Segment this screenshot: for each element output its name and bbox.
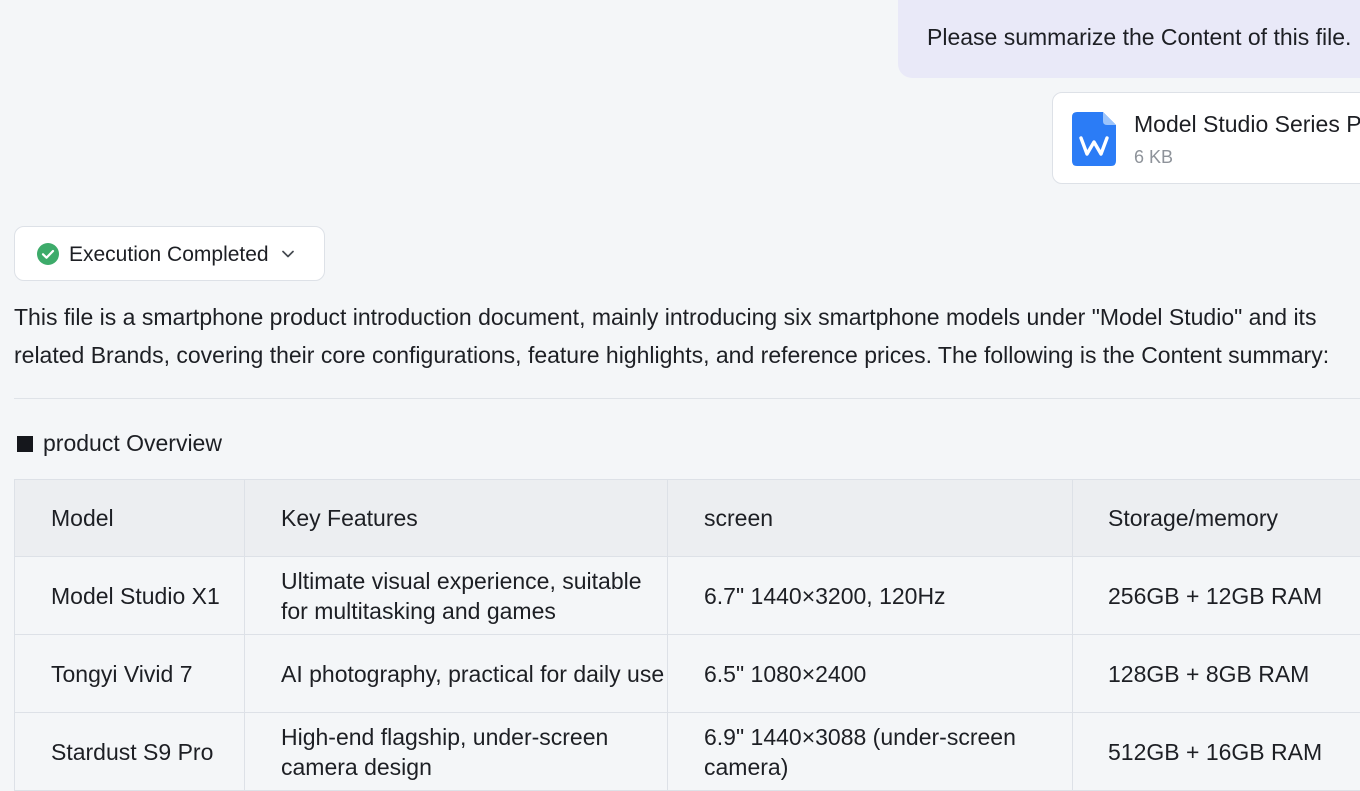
cell-key-features: AI photography, practical for daily use: [245, 635, 668, 713]
cell-screen: 6.5" 1080×2400: [668, 635, 1073, 713]
cell-screen: 6.7" 1440×3200, 120Hz: [668, 557, 1073, 635]
execution-status-label: Execution Completed: [69, 243, 269, 267]
table-row: Tongyi Vivid 7 AI photography, practical…: [15, 635, 1360, 713]
table-row: Stardust S9 Pro High-end flagship, under…: [15, 713, 1360, 791]
attachment-size: 6 KB: [1134, 147, 1173, 168]
chevron-down-icon[interactable]: [280, 246, 296, 262]
header-model: Model: [15, 480, 245, 557]
check-circle-icon: [37, 243, 59, 265]
header-screen: screen: [668, 480, 1073, 557]
section-divider: [14, 398, 1360, 399]
cell-screen: 6.9" 1440×3088 (under-screen camera): [668, 713, 1073, 791]
table-header-row: Model Key Features screen Storage/memory: [15, 480, 1360, 557]
section-heading-text: product Overview: [43, 430, 222, 456]
section-heading: product Overview: [17, 430, 222, 457]
cell-storage-memory: 512GB + 16GB RAM: [1073, 713, 1360, 791]
execution-status-toggle[interactable]: Execution Completed: [14, 226, 325, 281]
cell-model: Tongyi Vivid 7: [15, 635, 245, 713]
square-bullet-icon: [17, 436, 33, 452]
header-key-features: Key Features: [245, 480, 668, 557]
attachment-card[interactable]: Model Studio Series Ph 6 KB: [1052, 92, 1360, 184]
table-row: Model Studio X1 Ultimate visual experien…: [15, 557, 1360, 635]
cell-model: Stardust S9 Pro: [15, 713, 245, 791]
product-table: Model Key Features screen Storage/memory…: [14, 479, 1360, 791]
cell-key-features: High-end flagship, under-screen camera d…: [245, 713, 668, 791]
cell-key-features: Ultimate visual experience, suitable for…: [245, 557, 668, 635]
cell-storage-memory: 256GB + 12GB RAM: [1073, 557, 1360, 635]
attachment-name: Model Studio Series Ph: [1134, 111, 1360, 138]
cell-storage-memory: 128GB + 8GB RAM: [1073, 635, 1360, 713]
user-message-text: Please summarize the Content of this fil…: [927, 24, 1351, 50]
summary-paragraph: This file is a smartphone product introd…: [14, 298, 1354, 374]
word-document-icon: [1072, 112, 1116, 166]
header-storage-memory: Storage/memory: [1073, 480, 1360, 557]
user-message-bubble: Please summarize the Content of this fil…: [898, 0, 1360, 78]
cell-model: Model Studio X1: [15, 557, 245, 635]
